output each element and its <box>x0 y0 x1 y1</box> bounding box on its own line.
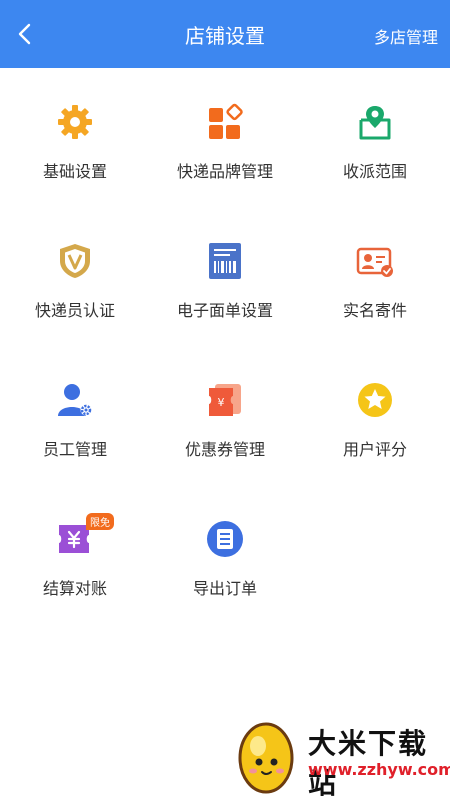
id-card-icon <box>355 241 395 281</box>
grid-item-label: 电子面单设置 <box>150 297 300 321</box>
grid-item-export-orders[interactable]: 导出订单 <box>150 485 300 624</box>
grid-item-label: 导出订单 <box>150 575 300 599</box>
grid-item-staff-management[interactable]: 员工管理 <box>0 346 150 485</box>
grid-item-label: 收派范围 <box>300 158 450 182</box>
watermark: 大米下载站 www.zzhyw.com <box>226 716 446 796</box>
grid-item-label: 快递员认证 <box>0 297 150 321</box>
multi-store-button[interactable]: 多店管理 <box>374 24 438 48</box>
watermark-url: www.zzhyw.com <box>308 760 450 779</box>
star-badge-icon <box>355 380 395 420</box>
grid-item-label: 优惠券管理 <box>150 436 300 460</box>
free-badge: 限免 <box>86 513 114 530</box>
top-bar: 店铺设置 多店管理 <box>0 0 450 68</box>
grid-item-electronic-waybill[interactable]: 电子面单设置 <box>150 207 300 346</box>
brand-blocks-icon <box>205 102 245 142</box>
coupon-icon: ¥ <box>205 380 245 420</box>
grid-item-coupon-management[interactable]: ¥ 优惠券管理 <box>150 346 300 485</box>
staff-gear-icon <box>55 380 95 420</box>
grid-item-label: 用户评分 <box>300 436 450 460</box>
grid-item-brand-management[interactable]: 快递品牌管理 <box>150 68 300 207</box>
grid-item-basic-settings[interactable]: 基础设置 <box>0 68 150 207</box>
shield-v-icon <box>55 241 95 281</box>
grid-item-real-name-shipping[interactable]: 实名寄件 <box>300 207 450 346</box>
grid-item-label: 基础设置 <box>0 158 150 182</box>
grid-item-label: 实名寄件 <box>300 297 450 321</box>
grid-item-label: 员工管理 <box>0 436 150 460</box>
grid-item-delivery-range[interactable]: 收派范围 <box>300 68 450 207</box>
map-pin-icon <box>355 102 395 142</box>
grid-item-label: 结算对账 <box>0 575 150 599</box>
svg-text:¥: ¥ <box>218 396 225 409</box>
list-document-icon <box>205 519 245 559</box>
egg-mascot-icon <box>226 716 306 796</box>
grid-item-courier-verification[interactable]: 快递员认证 <box>0 207 150 346</box>
grid-item-label: 快递品牌管理 <box>150 158 300 182</box>
grid-item-settlement[interactable]: 限免 结算对账 <box>0 485 150 624</box>
grid-item-user-rating[interactable]: 用户评分 <box>300 346 450 485</box>
gear-icon <box>55 102 95 142</box>
receipt-barcode-icon <box>205 241 245 281</box>
